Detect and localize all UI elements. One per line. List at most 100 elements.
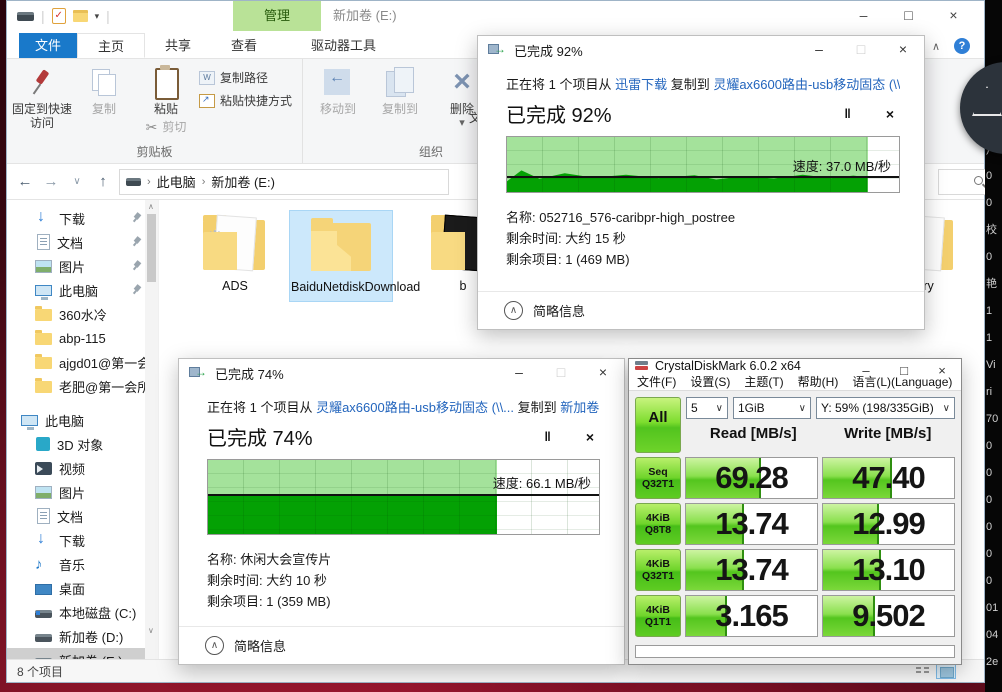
sidebar-item-documents2[interactable]: 文档: [7, 504, 158, 528]
move-to-button[interactable]: 移动到: [307, 63, 369, 143]
menu-help[interactable]: 帮助(H): [798, 373, 839, 390]
pause-button[interactable]: ‖: [844, 106, 851, 121]
minimize-button[interactable]: –: [847, 359, 885, 384]
copy-path-button[interactable]: W 复制路径: [199, 69, 292, 86]
test-count-select[interactable]: 5∨: [686, 397, 728, 419]
sidebar-item-pictures2[interactable]: 图片: [7, 480, 158, 504]
scroll-down-icon[interactable]: ∨: [148, 626, 154, 635]
source-link[interactable]: 迅雷下载: [615, 77, 667, 92]
breadcrumb-this-pc[interactable]: 此电脑: [157, 172, 196, 191]
4kib-q8t8-button[interactable]: 4KiBQ8T8: [635, 503, 681, 545]
close-button[interactable]: ×: [923, 359, 961, 384]
manage-contextual-tab[interactable]: 管理: [233, 1, 321, 31]
separator: |: [106, 8, 110, 24]
sidebar-item-pictures[interactable]: 图片: [7, 254, 158, 278]
close-button[interactable]: ×: [931, 1, 976, 30]
all-test-button[interactable]: All: [635, 397, 681, 453]
maximize-button[interactable]: □: [885, 359, 923, 384]
folder-icon: [35, 381, 52, 393]
tab-file[interactable]: 文件: [19, 33, 77, 58]
cancel-button[interactable]: ×: [886, 106, 894, 122]
fewer-details-toggle[interactable]: ∧ 简略信息: [179, 626, 624, 664]
maximize-button: □: [840, 36, 882, 63]
percent-heading: 已完成 92%: [506, 99, 844, 128]
minimize-button[interactable]: –: [798, 36, 840, 63]
qat-customize-dropdown-icon[interactable]: ▾: [95, 11, 100, 22]
sidebar-section-this-pc[interactable]: 此电脑: [7, 408, 158, 432]
target-drive-select[interactable]: Y: 59% (198/335GiB)∨: [816, 397, 955, 419]
menu-settings[interactable]: 设置(S): [690, 373, 730, 390]
sidebar-item-drive-d[interactable]: 新加卷 (D:): [7, 624, 158, 648]
sidebar-item-drive-c[interactable]: 本地磁盘 (C:): [7, 600, 158, 624]
sidebar-item-downloads2[interactable]: 下载: [7, 528, 158, 552]
up-icon[interactable]: ↑: [93, 173, 113, 190]
source-link[interactable]: 灵耀ax6600路由-usb移动固态 (\\...: [316, 400, 514, 415]
minimize-button[interactable]: –: [498, 359, 540, 386]
tab-view[interactable]: 查看: [211, 33, 277, 58]
seq-q32t1-button[interactable]: SeqQ32T1: [635, 457, 681, 499]
download-icon: [35, 533, 52, 548]
sidebar-item-desktop[interactable]: 桌面: [7, 576, 158, 600]
sidebar-item-music[interactable]: ♪ 音乐: [7, 552, 158, 576]
triangle-logo-icon: [972, 86, 1002, 116]
sidebar-scrollbar[interactable]: ∧ ∨: [145, 200, 158, 659]
copy-to-button[interactable]: 复制到: [369, 63, 431, 143]
test-size-select[interactable]: 1GiB∨: [733, 397, 811, 419]
breadcrumb[interactable]: › 此电脑 › 新加卷 (E:): [119, 169, 449, 195]
maximize-button[interactable]: □: [886, 1, 931, 30]
scroll-up-icon[interactable]: ∧: [148, 202, 154, 211]
sidebar-item-downloads[interactable]: 下载: [7, 206, 158, 230]
details-view-icon[interactable]: [912, 663, 932, 679]
folder-tile-ads[interactable]: ⚙ ⚙ ADS: [183, 210, 287, 300]
comment-input[interactable]: [635, 645, 955, 658]
sidebar-item-folder[interactable]: abp-115: [7, 326, 158, 350]
fewer-details-toggle[interactable]: ∧ 简略信息: [478, 291, 924, 329]
back-icon[interactable]: ←: [15, 173, 35, 190]
paste-shortcut-icon: [199, 94, 215, 108]
cut-button[interactable]: ✂ 剪切: [146, 120, 187, 134]
copy-path-icon: W: [199, 71, 215, 85]
recent-locations-dropdown-icon[interactable]: ∨: [67, 176, 87, 187]
copy-button[interactable]: 复制: [73, 63, 135, 143]
sidebar-item-folder[interactable]: 360水冷: [7, 302, 158, 326]
close-button[interactable]: ×: [582, 359, 624, 386]
cancel-button[interactable]: ×: [586, 429, 594, 445]
new-folder-icon[interactable]: [73, 10, 88, 22]
forward-icon[interactable]: →: [41, 173, 61, 190]
scrollbar-thumb[interactable]: [147, 214, 156, 282]
delete-dropdown-icon[interactable]: ▾: [459, 116, 465, 130]
minimize-ribbon-icon[interactable]: ∧: [932, 40, 940, 53]
speed-marker-line: [208, 494, 599, 496]
help-icon[interactable]: ?: [954, 38, 970, 54]
sidebar-item-3d-objects[interactable]: 3D 对象: [7, 432, 158, 456]
4kib-q32t1-button[interactable]: 4KiBQ32T1: [635, 549, 681, 591]
4kib-q1t1-button[interactable]: 4KiBQ1T1: [635, 595, 681, 637]
sidebar-item-this-pc-pinned[interactable]: 此电脑: [7, 278, 158, 302]
menu-theme[interactable]: 主题(T): [744, 373, 783, 390]
copy-files-icon: [488, 43, 506, 57]
paste-shortcut-button[interactable]: 粘贴快捷方式: [199, 92, 292, 109]
minimize-button[interactable]: –: [841, 1, 886, 30]
tab-drive-tools[interactable]: 驱动器工具: [291, 33, 396, 58]
tab-share[interactable]: 共享: [145, 33, 211, 58]
close-button[interactable]: ×: [882, 36, 924, 63]
properties-icon[interactable]: ✓: [52, 8, 66, 24]
speed-label: 速度: 66.1 MB/秒: [493, 473, 591, 492]
sidebar-item-videos[interactable]: 视频: [7, 456, 158, 480]
tab-home[interactable]: 主页: [77, 33, 145, 58]
breadcrumb-current[interactable]: 新加卷 (E:): [211, 172, 275, 191]
menu-file[interactable]: 文件(F): [637, 373, 676, 390]
pause-button[interactable]: ‖: [544, 429, 551, 444]
sidebar-item-documents[interactable]: 文档: [7, 230, 158, 254]
sidebar-item-drive-e[interactable]: 新加卷 (E:): [7, 648, 158, 659]
sidebar-item-folder[interactable]: ajgd01@第一会: [7, 350, 158, 374]
sidebar-item-folder[interactable]: 老肥@第一会所: [7, 374, 158, 398]
percent-heading: 已完成 74%: [207, 422, 544, 451]
pin-to-quick-access-button[interactable]: 固定到快速访问: [11, 63, 73, 143]
large-icons-view-icon[interactable]: [936, 663, 956, 679]
destination-link[interactable]: 灵耀ax6600路由-usb移动固态 (\\1...: [713, 77, 900, 92]
folder-tile-baidunetdisk[interactable]: BaiduNetdiskDownload: [289, 210, 393, 302]
paste-button[interactable]: 粘贴 ✂ 剪切: [135, 63, 197, 143]
write-value-cell: 9.502: [822, 595, 955, 637]
destination-link[interactable]: 新加卷 (E:): [560, 400, 600, 415]
